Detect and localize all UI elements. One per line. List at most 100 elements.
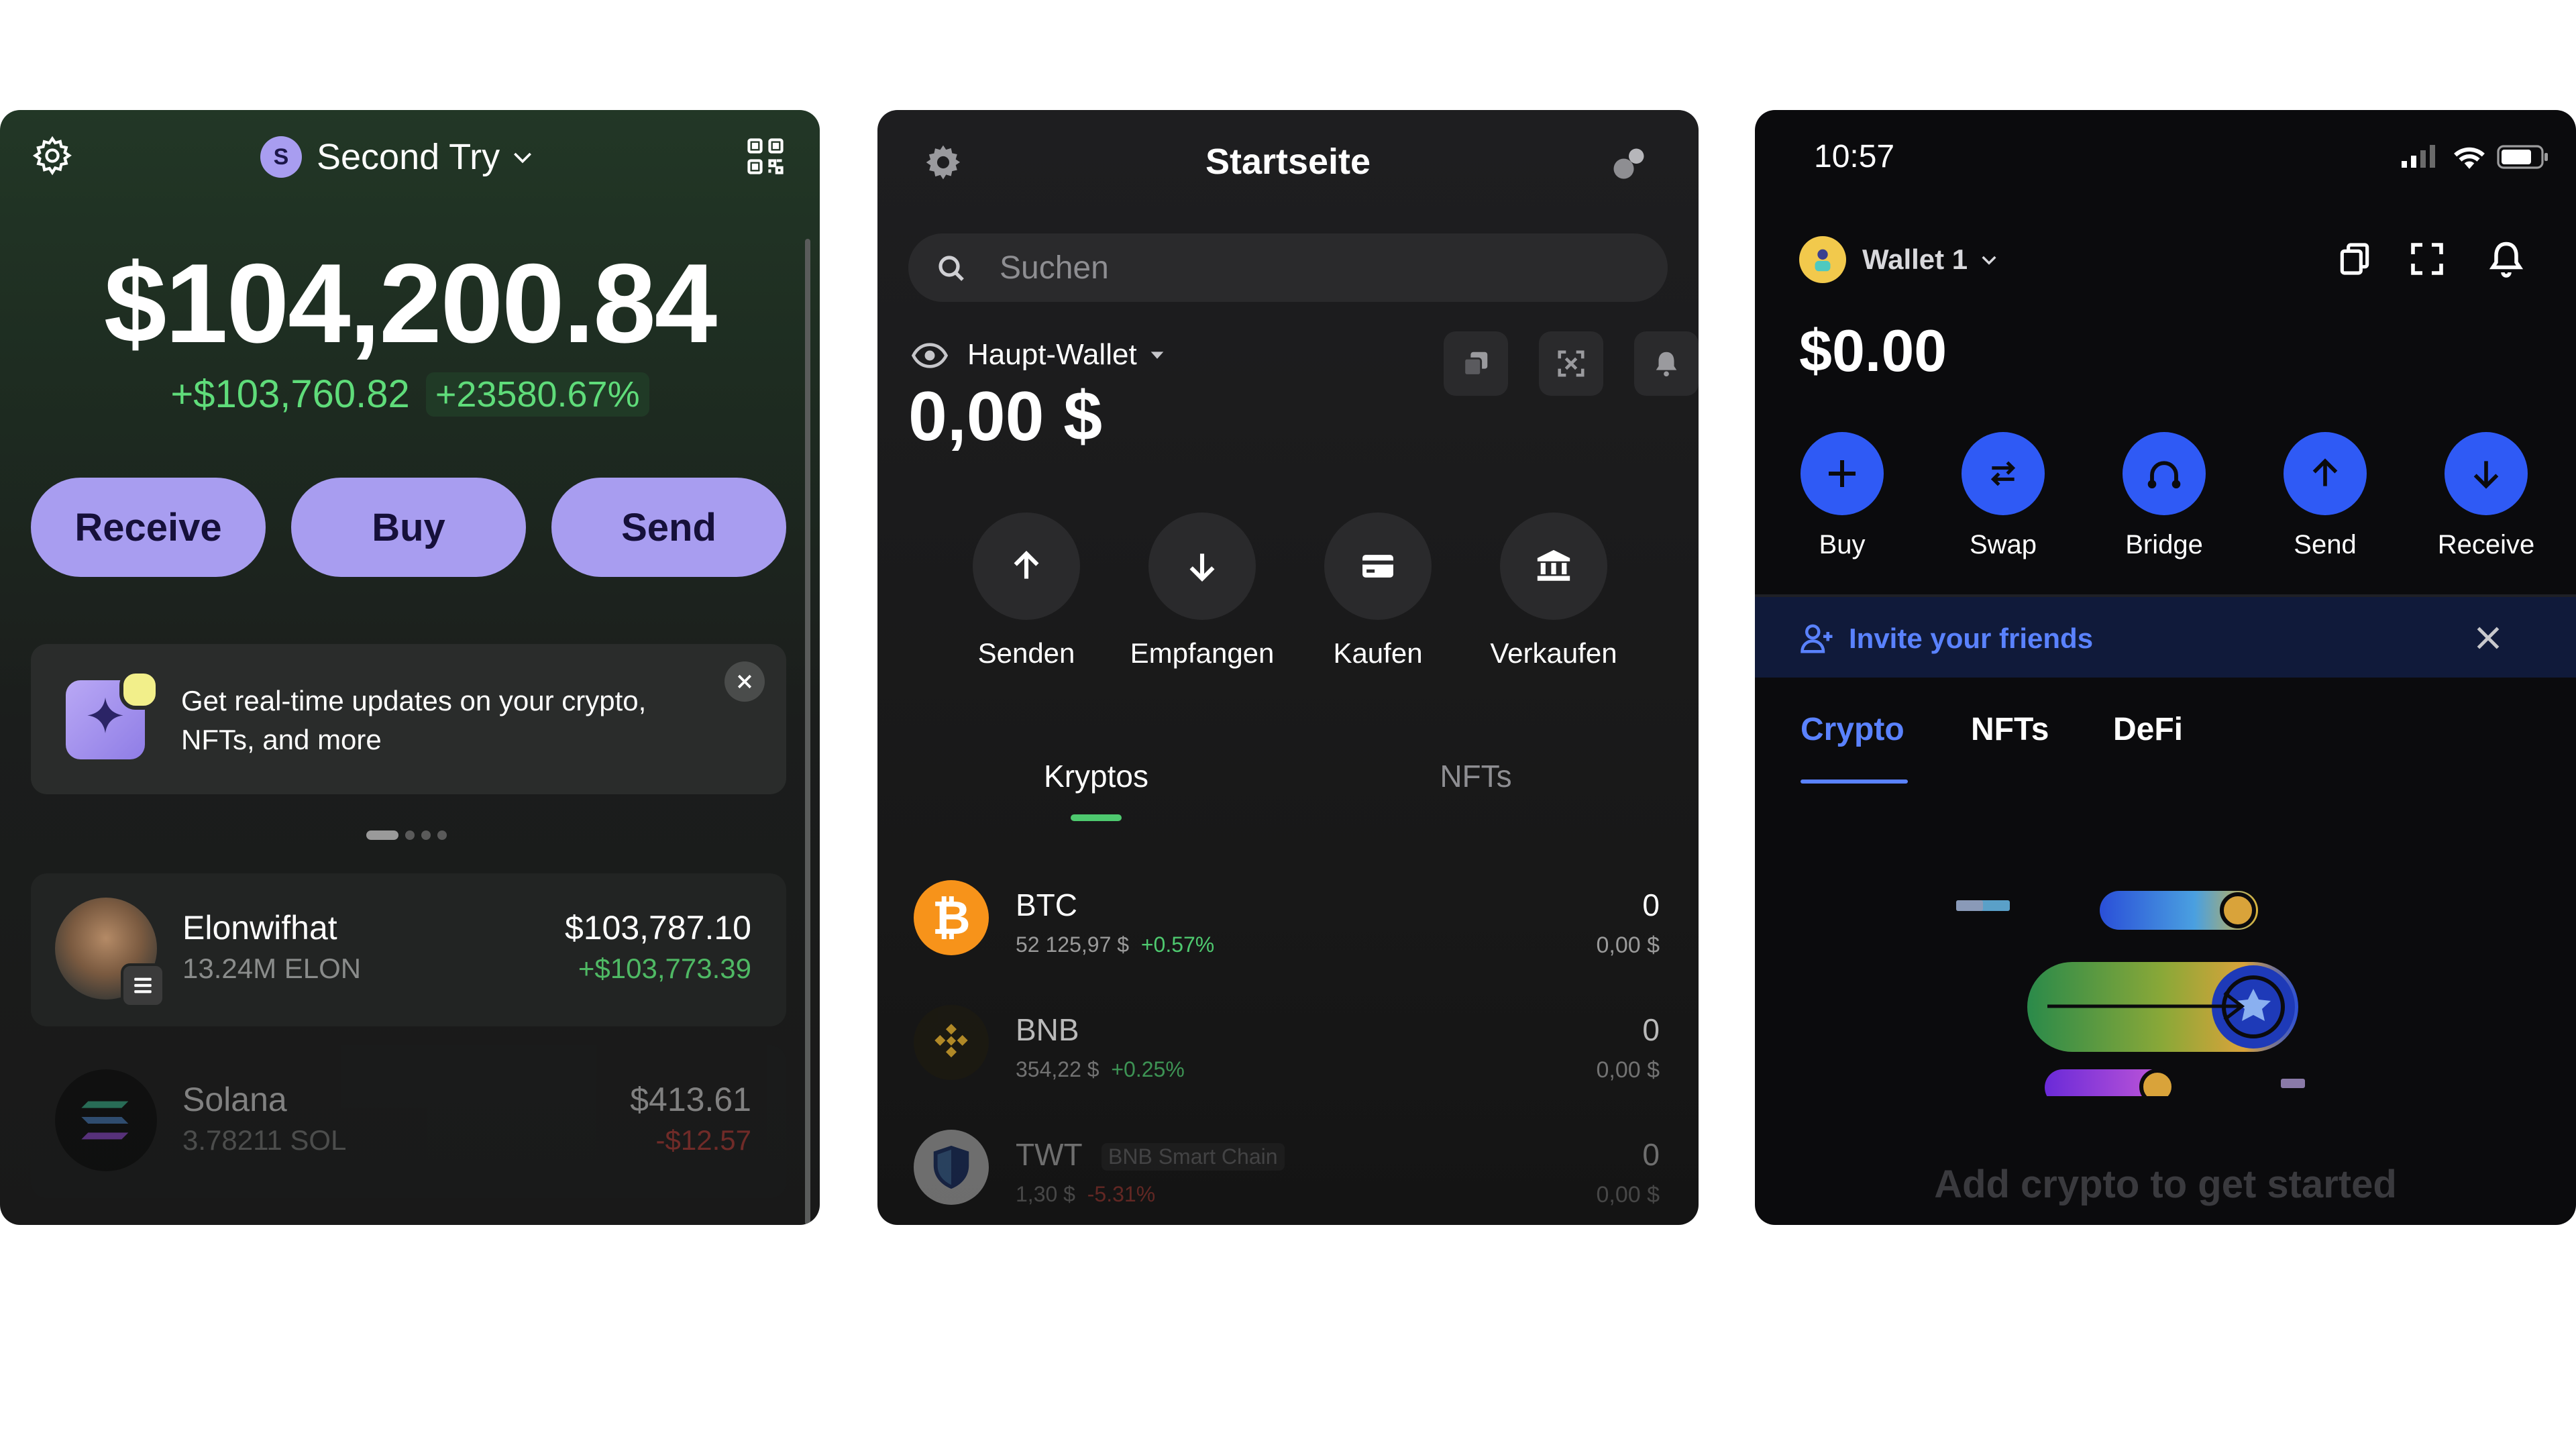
- asset-row-elonwifhat[interactable]: Elonwifhat 13.24M ELON $103,787.10 +$103…: [31, 873, 786, 1026]
- tab-nfts[interactable]: NFTs: [1971, 711, 2049, 748]
- coin-symbol: BTC: [1016, 888, 1077, 922]
- coin-value: 0,00 $: [1596, 1057, 1660, 1083]
- gear-icon[interactable]: [31, 134, 74, 177]
- coin-change: -5.31%: [1087, 1182, 1156, 1206]
- wallet-screen-second-try: S Second Try $104,200.84 +$103,760.82 +2…: [0, 110, 820, 1225]
- close-icon[interactable]: [2471, 621, 2505, 655]
- buy-button[interactable]: Buy: [291, 478, 526, 577]
- search-bar[interactable]: Suchen: [908, 233, 1668, 302]
- notification-banner[interactable]: Get real-time updates on your crypto, NF…: [31, 644, 786, 794]
- arrow-down-icon: [1189, 553, 1215, 582]
- invite-banner[interactable]: Invite your friends: [1755, 597, 2576, 678]
- battery-icon: [2497, 145, 2548, 169]
- empty-state-text: Add crypto to get started: [1934, 1163, 2397, 1206]
- chevron-down-icon: [514, 152, 532, 164]
- qr-code-icon[interactable]: [745, 136, 786, 177]
- pager-dots: [366, 830, 447, 840]
- wallet-selector[interactable]: S Second Try: [260, 136, 536, 178]
- swap-button[interactable]: [1962, 432, 2045, 515]
- tab-crypto[interactable]: Crypto: [1801, 711, 1904, 748]
- buy-button[interactable]: [1324, 513, 1432, 620]
- asset-amount: 13.24M ELON: [182, 953, 362, 984]
- sell-button[interactable]: [1500, 513, 1607, 620]
- sell-label: Verkaufen: [1490, 637, 1617, 669]
- wifi-icon: [2454, 147, 2485, 169]
- coin-price-line: 52 125,97 $ +0.57%: [1016, 932, 1214, 957]
- bridge-label: Bridge: [2125, 530, 2203, 559]
- receive-button[interactable]: Receive: [31, 478, 266, 577]
- coin-qty: 0: [1642, 1137, 1660, 1172]
- status-time: 10:57: [1814, 139, 1895, 174]
- coin-qty: 0: [1642, 888, 1660, 922]
- receive-button[interactable]: [1148, 513, 1256, 620]
- asset-row-solana[interactable]: Solana 3.78211 SOL $413.61 -$12.57: [31, 1045, 786, 1198]
- link-icon[interactable]: [1609, 144, 1649, 184]
- scan-icon: [1558, 350, 1585, 377]
- asset-change: -$12.57: [655, 1124, 751, 1156]
- expand-icon[interactable]: [2408, 240, 2446, 278]
- coin-change: +0.25%: [1111, 1057, 1185, 1081]
- card-icon: [1362, 555, 1393, 578]
- plus-icon: [1829, 460, 1856, 487]
- coin-price-line: 1,30 $ -5.31%: [1016, 1182, 1155, 1207]
- pager-dot-active: [366, 830, 398, 840]
- coin-change: +0.57%: [1140, 932, 1215, 957]
- coin-price: 52 125,97 $: [1016, 932, 1130, 957]
- wallet-screen-startseite: Startseite Suchen Haupt-Wallet 0,00 $ Se…: [877, 110, 1699, 1225]
- coin-price-line: 354,22 $ +0.25%: [1016, 1057, 1185, 1082]
- banner-close-button[interactable]: [724, 661, 765, 702]
- wallet-screen-coinbase: 10:57 Wallet 1 $0.00 Buy Swap Bridge Sen…: [1755, 110, 2576, 1225]
- solana-chain-badge-icon: [121, 963, 165, 1008]
- bridge-button[interactable]: [2123, 432, 2206, 515]
- wallet-selector[interactable]: Haupt-Wallet: [967, 338, 1167, 372]
- banner-line-2: NFTs, and more: [181, 724, 382, 755]
- twt-shield-icon: [914, 1130, 989, 1205]
- pager-dot: [421, 830, 431, 840]
- wallet-name: Haupt-Wallet: [967, 338, 1137, 371]
- active-tab-indicator: [1801, 780, 1908, 784]
- coin-value: 0,00 $: [1596, 1182, 1660, 1208]
- tab-defi[interactable]: DeFi: [2113, 711, 2183, 748]
- asset-value: $413.61: [630, 1081, 751, 1118]
- asset-change: +$103,773.39: [578, 953, 751, 984]
- banner-line-1: Get real-time updates on your crypto,: [181, 685, 647, 716]
- coin-price: 354,22 $: [1016, 1057, 1099, 1081]
- receive-label: Empfangen: [1130, 637, 1275, 669]
- eye-icon[interactable]: [911, 337, 949, 374]
- bell-icon: [1656, 352, 1677, 377]
- copy-button[interactable]: [1444, 331, 1508, 396]
- signal-icon: [2402, 145, 2435, 168]
- notifications-button[interactable]: [1634, 331, 1699, 396]
- add-user-icon: [1801, 624, 1833, 653]
- send-button[interactable]: [2284, 432, 2367, 515]
- wallet-avatar: S: [260, 136, 302, 178]
- scan-button[interactable]: [1539, 331, 1603, 396]
- coin-symbol: TWT: [1016, 1137, 1083, 1172]
- copy-icon[interactable]: [2336, 240, 2373, 278]
- invite-text: Invite your friends: [1849, 623, 2094, 654]
- receive-button[interactable]: [2445, 432, 2528, 515]
- bank-icon: [1537, 549, 1570, 581]
- coin-row-twt[interactable]: TWT BNB Smart Chain 1,30 $ -5.31% 0 0,00…: [877, 1103, 1699, 1225]
- pager-dot: [437, 830, 447, 840]
- tab-kryptos[interactable]: Kryptos: [978, 758, 1214, 794]
- coin-row-btc[interactable]: ₿ BTC 52 125,97 $ +0.57% 0 0,00 $: [877, 853, 1699, 981]
- page-title: Startseite: [1205, 142, 1371, 182]
- send-button[interactable]: [973, 513, 1080, 620]
- scrollbar[interactable]: [805, 239, 810, 1225]
- pager-dot: [405, 830, 415, 840]
- wallet-selector[interactable]: Wallet 1: [1799, 236, 2000, 283]
- buy-button[interactable]: [1801, 432, 1884, 515]
- tab-nfts[interactable]: NFTs: [1358, 758, 1594, 794]
- coin-row-bnb[interactable]: BNB 354,22 $ +0.25% 0 0,00 $: [877, 978, 1699, 1106]
- search-input[interactable]: Suchen: [1000, 250, 1109, 286]
- arrow-down-icon: [2473, 461, 2499, 489]
- solana-icon: [55, 1069, 157, 1171]
- asset-name: Solana: [182, 1081, 287, 1118]
- coin-symbol: BNB: [1016, 1012, 1079, 1047]
- arrow-up-icon: [1014, 551, 1039, 579]
- wallet-name: Wallet 1: [1862, 244, 1968, 275]
- send-button[interactable]: Send: [551, 478, 786, 577]
- bell-icon[interactable]: [2486, 239, 2526, 279]
- balance-change-percent: +23580.67%: [425, 372, 649, 417]
